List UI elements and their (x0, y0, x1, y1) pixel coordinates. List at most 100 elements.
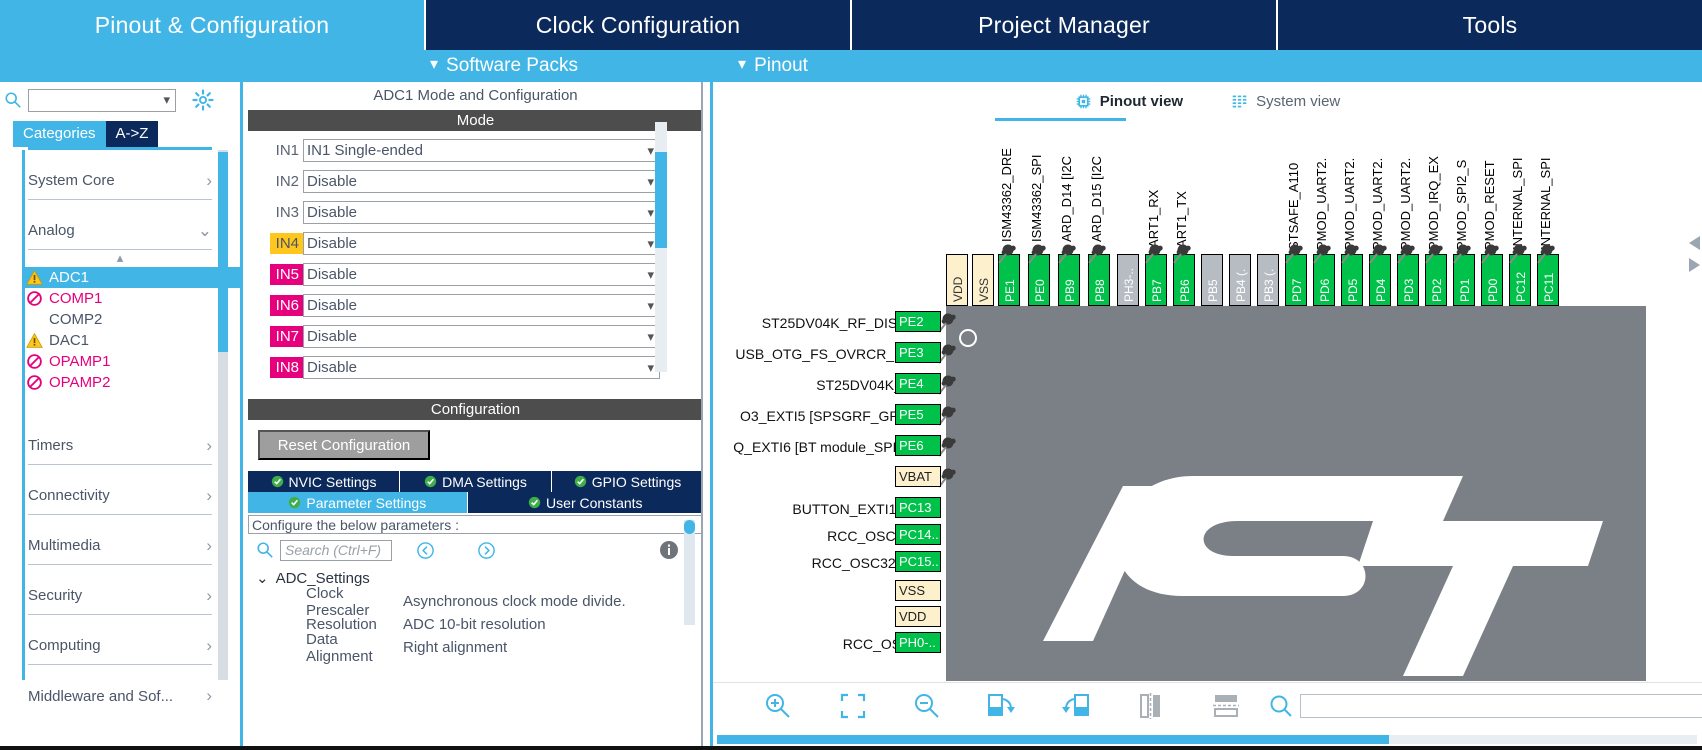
sidebar-item-adc1[interactable]: ADC1 (24, 267, 240, 288)
sidebar-item-comp1[interactable]: COMP1 (0, 288, 240, 309)
mode-select-in4[interactable]: Disable ▾ (303, 232, 660, 255)
tab-system-view[interactable]: System view (1231, 93, 1340, 110)
sidebar-group-computing[interactable]: Computing › (28, 627, 212, 665)
sidebar-scrollbar-thumb[interactable] (218, 152, 228, 352)
top-pin-pb9[interactable]: PB9 (1058, 254, 1080, 306)
sidebar-group-analog[interactable]: Analog ⌄ (28, 212, 212, 250)
tab-pinout-view[interactable]: Pinout view (1075, 93, 1183, 110)
top-pin-pb3[interactable]: PB3 (. (1257, 254, 1279, 306)
sidebar-item-comp2[interactable]: COMP2 (0, 309, 240, 330)
sidebar-group-middleware[interactable]: Middleware and Sof... › (28, 677, 212, 715)
tab-a-to-z[interactable]: A->Z (106, 121, 159, 147)
flip-horizontal-button[interactable] (1188, 686, 1262, 726)
mode-select-in2[interactable]: Disable ▾ (303, 170, 660, 193)
info-icon[interactable] (659, 540, 679, 560)
top-pin-pb5[interactable]: PB5 (1201, 254, 1223, 306)
top-pin-pd3[interactable]: PD3 (1397, 254, 1419, 306)
top-pin-pb4[interactable]: PB4 (. (1229, 254, 1251, 306)
mode-select-in5[interactable]: Disable ▾ (303, 263, 660, 286)
parameter-scrollbar-thumb[interactable] (684, 520, 695, 534)
top-pin-pd4[interactable]: PD4 (1369, 254, 1391, 306)
left-pin-pc14[interactable]: PC14.. (895, 524, 941, 545)
top-pin-vdd[interactable]: VDD (946, 254, 968, 306)
top-pin-pd7[interactable]: PD7 (1285, 254, 1307, 306)
top-pin-pd5[interactable]: PD5 (1341, 254, 1363, 306)
param-row-clock-prescaler[interactable]: Clock Prescaler Asynchronous clock mode … (248, 590, 703, 613)
zoom-out-button[interactable] (890, 686, 964, 726)
left-pin-pe4[interactable]: PE4 (895, 373, 941, 394)
left-pin-vbat[interactable]: VBAT (895, 466, 941, 487)
sidebar-item-opamp1[interactable]: OPAMP1 (0, 351, 240, 372)
tab-gpio-settings[interactable]: GPIO Settings (552, 471, 703, 492)
left-pin-vdd[interactable]: VDD (895, 606, 941, 627)
top-pin-pd0[interactable]: PD0 (1481, 254, 1503, 306)
pinout-horizontal-scrollbar[interactable] (717, 735, 1697, 744)
search-icon[interactable] (1268, 693, 1294, 719)
pinout-search-input[interactable] (1300, 694, 1702, 718)
menu-pinout[interactable]: ▾ Pinout (738, 55, 808, 77)
zoom-in-button[interactable] (741, 686, 815, 726)
tab-categories[interactable]: Categories (13, 121, 106, 147)
tab-tools[interactable]: Tools (1278, 0, 1702, 50)
menu-software-packs[interactable]: ▾ Software Packs (430, 55, 578, 77)
top-pin-pc12[interactable]: PC12 (1509, 254, 1531, 306)
tab-clock-configuration[interactable]: Clock Configuration (426, 0, 852, 50)
top-pin-vss[interactable]: VSS (972, 254, 994, 306)
mode-scrollbar-thumb[interactable] (655, 152, 667, 248)
mode-select-in8[interactable]: Disable ▾ (303, 356, 660, 379)
left-pin-ph0[interactable]: PH0-.. (895, 632, 941, 653)
circle-right-icon[interactable] (477, 541, 496, 560)
tab-pinout-configuration[interactable]: Pinout & Configuration (0, 0, 426, 50)
left-pin-pe5[interactable]: PE5 (895, 404, 941, 425)
sidebar-group-multimedia[interactable]: Multimedia › (28, 527, 212, 565)
mode-select-in3[interactable]: Disable ▾ (303, 201, 660, 224)
sidebar-item-opamp2[interactable]: OPAMP2 (0, 372, 240, 393)
top-pin-pe1[interactable]: PE1 (998, 254, 1020, 306)
top-pin-pd2[interactable]: PD2 (1425, 254, 1447, 306)
top-pin-ph3[interactable]: PH3-.. (1117, 254, 1139, 306)
sidebar-group-system-core[interactable]: System Core › (28, 162, 212, 200)
left-pin-pc13[interactable]: PC13 (895, 497, 941, 518)
top-pin-pb6[interactable]: PB6 (1173, 254, 1195, 306)
left-pin-pe3[interactable]: PE3 (895, 342, 941, 363)
param-row-data-alignment[interactable]: Data Alignment Right alignment (248, 636, 703, 659)
collapse-handle[interactable]: ▴ (0, 250, 240, 267)
tab-project-manager[interactable]: Project Manager (852, 0, 1278, 50)
scroll-left-arrow-icon[interactable] (1689, 236, 1700, 250)
tab-user-constants[interactable]: User Constants (468, 492, 703, 513)
pinout-scroll-arrows[interactable] (1689, 236, 1702, 280)
fit-to-screen-button[interactable] (815, 686, 889, 726)
top-pin-pd1[interactable]: PD1 (1453, 254, 1475, 306)
sidebar-group-security[interactable]: Security › (28, 577, 212, 615)
sidebar-group-timers[interactable]: Timers › (28, 427, 212, 465)
parameter-search-input[interactable]: Search (Ctrl+F) (280, 540, 392, 561)
pinout-horizontal-scrollbar-thumb[interactable] (717, 735, 1389, 744)
tab-dma-settings[interactable]: DMA Settings (400, 471, 552, 492)
reset-configuration-button[interactable]: Reset Configuration (258, 430, 430, 460)
top-pin-pc11[interactable]: PC11 (1537, 254, 1559, 306)
left-pin-pe6[interactable]: PE6 (895, 435, 941, 456)
top-pin-pd6[interactable]: PD6 (1313, 254, 1335, 306)
mode-scrollbar[interactable] (655, 122, 667, 372)
flip-vertical-button[interactable] (1113, 686, 1187, 726)
parameter-scrollbar[interactable] (684, 520, 695, 625)
rotate-right-button[interactable] (964, 686, 1038, 726)
mode-select-in1[interactable]: IN1 Single-ended ▾ (303, 139, 660, 162)
search-input[interactable]: ▾ (28, 89, 176, 112)
mode-select-in6[interactable]: Disable ▾ (303, 294, 660, 317)
top-pin-pb8[interactable]: PB8 (1088, 254, 1110, 306)
gear-icon[interactable] (192, 89, 214, 111)
rotate-left-button[interactable] (1039, 686, 1113, 726)
tab-parameter-settings[interactable]: Parameter Settings (248, 492, 468, 513)
sidebar-scrollbar[interactable] (218, 150, 228, 680)
mode-select-in7[interactable]: Disable ▾ (303, 325, 660, 348)
left-pin-pe2[interactable]: PE2 (895, 311, 941, 332)
left-pin-vss[interactable]: VSS (895, 580, 941, 601)
chip-diagram[interactable]: VDD VSS ISM43362_DRE PE1 ISM43362_SPI PE… (713, 116, 1702, 681)
circle-left-icon[interactable] (416, 541, 435, 560)
sidebar-item-dac1[interactable]: DAC1 (0, 330, 240, 351)
top-pin-pe0[interactable]: PE0 (1028, 254, 1050, 306)
left-pin-pc15[interactable]: PC15.. (895, 551, 941, 572)
tab-nvic-settings[interactable]: NVIC Settings (248, 471, 400, 492)
sidebar-group-connectivity[interactable]: Connectivity › (28, 477, 212, 515)
